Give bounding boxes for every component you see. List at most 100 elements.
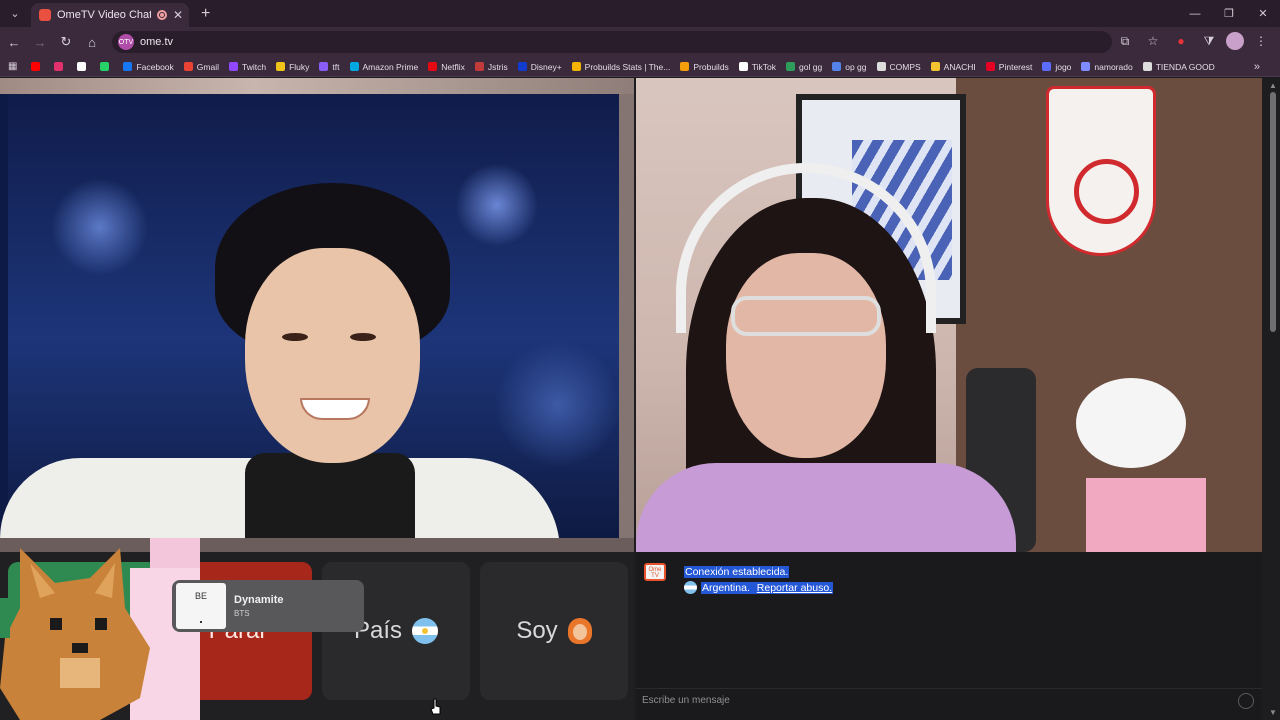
bookmark-tiktok[interactable]: TikTok (738, 61, 777, 72)
bookmark-label: Gmail (196, 61, 219, 72)
bookmark-comps[interactable]: COMPS (876, 61, 921, 72)
back-button[interactable]: ← (2, 30, 26, 54)
toolbar-actions: ⧉ ☆ ● ⧩ ⋮ (1114, 30, 1272, 52)
gender-label: Soy (516, 617, 558, 644)
bookmark-label: Jstris (487, 61, 508, 72)
bookmark-label: TIENDA GOOD (1155, 61, 1215, 72)
netflix-icon (428, 62, 438, 71)
bookmark-disney[interactable]: Disney+ (517, 62, 562, 72)
more-bookmarks-icon[interactable]: » (1254, 61, 1260, 73)
bookmark-amazon-prime[interactable]: Amazon Prime (349, 62, 418, 72)
pinterest-icon (985, 62, 995, 71)
bookmark-fluky[interactable]: Fluky (276, 62, 309, 72)
instagram-icon (54, 62, 64, 71)
bookmark-op-gg[interactable]: op gg (832, 62, 867, 72)
now-playing-card[interactable]: BE Dynamite BTS (172, 580, 364, 632)
bookmark-whatsapp[interactable] (100, 62, 113, 71)
recording-icon (156, 10, 167, 20)
smile (300, 398, 370, 420)
bookmark-gmail[interactable]: Gmail (183, 61, 219, 72)
x-icon (77, 62, 87, 71)
gmail-icon (183, 62, 193, 71)
bookmark-probuilds-stats-the[interactable]: Probuilds Stats | The... (571, 61, 671, 72)
whatsapp-icon (100, 62, 110, 71)
bookmark-tft[interactable]: tft (319, 62, 340, 72)
scroll-up-icon[interactable]: ▲ (1269, 81, 1277, 90)
youtube-icon (31, 62, 41, 71)
bookmark-netflix[interactable]: Netflix (428, 62, 465, 72)
face (245, 248, 420, 463)
bookmark-label: TikTok (751, 61, 777, 72)
river-plate-pennant (1046, 86, 1156, 256)
menu-kebab-icon[interactable]: ⋮ (1250, 30, 1272, 52)
gender-button[interactable]: Soy (480, 562, 628, 700)
report-abuse-link[interactable]: Reportar abuso. (755, 581, 834, 594)
store-icon (1142, 62, 1152, 71)
home-button[interactable]: ⌂ (80, 30, 104, 54)
tab-title: OmeTV Video Chat — Ome (57, 9, 151, 21)
bookmark-label: Pinterest (998, 61, 1033, 72)
extensions-puzzle-icon[interactable]: ⧩ (1198, 30, 1220, 52)
bookmark-jogo[interactable]: jogo (1042, 62, 1071, 72)
pink-drawer (1086, 478, 1206, 552)
window-controls: — ❐ ✕ (1178, 0, 1280, 27)
facebook-icon (123, 62, 133, 71)
install-app-icon[interactable]: ⧉ (1114, 30, 1136, 52)
tab-search-button[interactable]: ⌄ (3, 2, 27, 24)
connection-message: Conexión establecida. (684, 566, 790, 578)
browser-tab-active[interactable]: OmeTV Video Chat — Ome ✕ (31, 3, 189, 27)
close-window-button[interactable]: ✕ (1246, 0, 1280, 27)
bookmark-star-icon[interactable]: ☆ (1142, 30, 1164, 52)
video-top-strip (0, 78, 634, 94)
bookmark-label: namorado (1094, 61, 1133, 72)
song-title: Dynamite (234, 594, 284, 606)
extension-icon[interactable]: ● (1170, 30, 1192, 52)
connection-status-text: Conexión establecida. (684, 566, 790, 578)
argentina-flag-icon (412, 618, 439, 644)
tft-icon (319, 62, 329, 71)
bookmark-youtube[interactable] (31, 62, 44, 71)
site-info-icon[interactable]: OTV (118, 34, 134, 50)
reload-button[interactable]: ↻ (54, 30, 78, 54)
message-input[interactable] (642, 695, 1222, 706)
restore-button[interactable]: ❐ (1212, 0, 1246, 27)
new-tab-button[interactable]: + (201, 5, 210, 23)
profile-avatar[interactable] (1226, 32, 1244, 50)
local-video (0, 78, 634, 552)
bookmark-tienda-good[interactable]: TIENDA GOOD (1142, 61, 1215, 72)
bookmark-twitch[interactable]: Twitch (229, 62, 266, 72)
tab-close-icon[interactable]: ✕ (173, 8, 183, 22)
forward-button[interactable]: → (28, 30, 52, 54)
bookmark-facebook[interactable]: Facebook (123, 61, 174, 72)
namorado-icon (1081, 62, 1091, 71)
bookmark-label: Facebook (136, 61, 174, 72)
bookmark-instagram[interactable] (54, 62, 67, 71)
minimize-button[interactable]: — (1178, 0, 1212, 27)
scroll-down-icon[interactable]: ▼ (1269, 708, 1277, 717)
country-text: Argentina. (701, 581, 751, 594)
bookmark-label: ANACHI (943, 61, 976, 72)
bookmark-gol-gg[interactable]: gol gg (786, 62, 822, 72)
fluky-icon (276, 62, 286, 71)
bookmark-probuilds[interactable]: Probuilds (680, 62, 729, 72)
bookmark-pinterest[interactable]: Pinterest (985, 61, 1033, 72)
bookmark-label: COMPS (889, 61, 921, 72)
bookmark-jstris[interactable]: Jstris (474, 61, 508, 72)
apps-grid-icon[interactable]: ▦ (8, 61, 17, 72)
tiktok-icon (738, 62, 748, 71)
crown-icon (930, 62, 940, 71)
bookmark-namorado[interactable]: namorado (1081, 61, 1133, 72)
message-input-bar (636, 688, 1262, 712)
bookmark-anachi[interactable]: ANACHI (930, 61, 976, 72)
scrollbar-thumb[interactable] (1270, 92, 1276, 332)
bookmark-label: Probuilds Stats | The... (584, 61, 671, 72)
golgg-icon (786, 62, 796, 71)
emoji-icon[interactable] (1238, 693, 1254, 709)
address-bar[interactable]: OTV ome.tv (112, 31, 1112, 53)
album-art: BE (176, 583, 226, 629)
page-scrollbar[interactable]: ▲ ▼ (1266, 78, 1280, 720)
bookmark-label: Twitch (242, 61, 267, 72)
video-edge (619, 94, 634, 552)
bookmark-x[interactable] (77, 62, 90, 71)
pixel-dog-overlay (0, 538, 200, 720)
